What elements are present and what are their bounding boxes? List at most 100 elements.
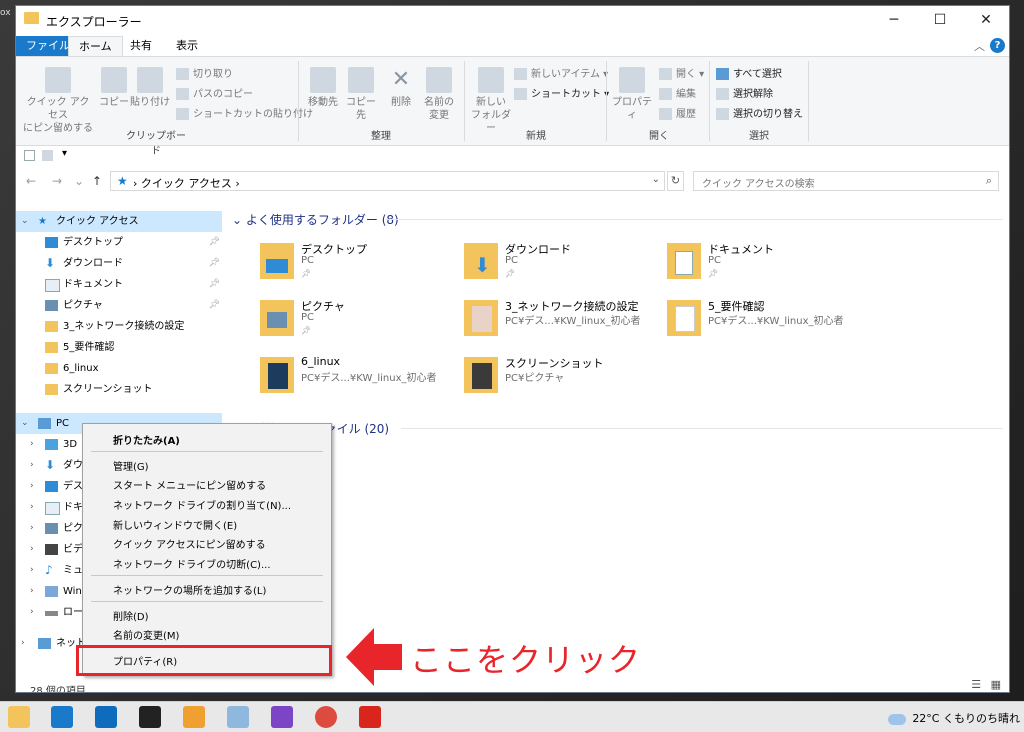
new-folder-button[interactable]: 新しい フォルダー <box>468 67 514 135</box>
back-arrow-icon[interactable]: ← <box>26 174 36 188</box>
menu-item-new-window[interactable]: 新しいウィンドウで開く(E) <box>113 517 237 532</box>
tab-view[interactable]: 表示 <box>166 36 208 56</box>
cut-button[interactable]: 切り取り <box>176 65 233 80</box>
forward-arrow-icon[interactable]: → <box>52 174 62 188</box>
chevron-right-icon[interactable]: › <box>30 560 34 581</box>
copy-path-button[interactable]: パスのコピー <box>176 85 253 100</box>
menu-item-add-location[interactable]: ネットワークの場所を追加する(L) <box>113 582 266 597</box>
move-to-button[interactable]: 移動先 <box>304 67 342 109</box>
nav-quick-access[interactable]: ⌄ ★ クイック アクセス <box>16 211 222 232</box>
menu-item-delete[interactable]: 削除(D) <box>113 608 149 623</box>
chevron-right-icon[interactable]: › <box>30 497 34 518</box>
new-folder-label-1: 新しい <box>476 97 506 108</box>
menu-item-map-drive[interactable]: ネットワーク ドライブの割り当て(N)... <box>113 497 291 512</box>
maximize-button[interactable]: ☐ <box>917 6 963 34</box>
media-player-taskbar-icon[interactable] <box>183 706 205 728</box>
chevron-right-icon[interactable]: › <box>30 602 34 623</box>
nav-item[interactable]: 3_ネットワーク接続の設定 <box>16 316 222 337</box>
chevron-right-icon[interactable]: › <box>30 476 34 497</box>
invert-selection-button[interactable]: 選択の切り替え <box>716 105 803 120</box>
history-button[interactable]: 履歴 <box>659 105 696 120</box>
qat-properties-icon[interactable] <box>24 150 35 161</box>
folder-tile[interactable]: ピクチャ PC 📌︎ <box>260 298 460 348</box>
tab-home[interactable]: ホーム <box>68 36 123 57</box>
paste-shortcut-button[interactable]: ショートカットの貼り付け <box>176 105 313 120</box>
nav-item[interactable]: ⬇ ダウンロード 📌︎ <box>16 253 222 274</box>
folder-tile[interactable]: 5_要件確認 PC¥デス...¥KW_linux_初心者 <box>667 298 867 348</box>
minimize-button[interactable]: ─ <box>871 6 917 34</box>
nav-item[interactable]: ドキュメント 📌︎ <box>16 274 222 295</box>
address-bar[interactable]: ★ › クイック アクセス › ⌄ <box>110 171 665 191</box>
store-taskbar-icon[interactable] <box>51 706 73 728</box>
copy-to-button[interactable]: コピー先 <box>342 67 380 122</box>
chrome-taskbar-icon[interactable] <box>315 706 337 728</box>
pin-icon[interactable]: 📌︎ <box>209 253 220 274</box>
chevron-down-icon[interactable]: ⌄ <box>21 413 29 434</box>
folder-tile[interactable]: ⬇ ダウンロード PC 📌︎ <box>464 241 664 291</box>
rename-button[interactable]: 名前の 変更 <box>420 67 458 122</box>
delete-button[interactable]: ✕ 削除 <box>384 67 418 109</box>
chevron-down-icon[interactable]: ⌄ <box>21 211 29 232</box>
refresh-icon[interactable]: ↻ <box>667 171 684 191</box>
nav-item[interactable]: デスクトップ 📌︎ <box>16 232 222 253</box>
help-icon[interactable]: ? <box>990 38 1005 53</box>
paste-button[interactable]: 貼り付け <box>130 67 170 109</box>
acrobat-taskbar-icon[interactable] <box>359 706 381 728</box>
chevron-right-icon[interactable]: › <box>30 539 34 560</box>
terminal-taskbar-icon[interactable] <box>139 706 161 728</box>
select-none-button[interactable]: 選択解除 <box>716 85 773 100</box>
chevron-right-icon[interactable]: › <box>30 455 34 476</box>
menu-item-collapse[interactable]: 折りたたみ(A) <box>113 432 180 447</box>
nav-pc-label: PC <box>56 418 70 429</box>
menu-item-disconnect[interactable]: ネットワーク ドライブの切断(C)... <box>113 556 271 571</box>
copy-button[interactable]: コピー <box>98 67 130 109</box>
menu-item-rename[interactable]: 名前の変更(M) <box>113 627 179 642</box>
chevron-right-icon[interactable]: › <box>30 434 34 455</box>
properties-ribbon-button[interactable]: プロパティ <box>610 67 654 122</box>
folder-icon <box>24 12 39 24</box>
recent-locations-icon[interactable]: ⌄ <box>74 174 84 188</box>
qat-dropdown-icon[interactable]: ▾ <box>62 148 67 159</box>
weather-widget[interactable]: 22°C くもりのち晴れ <box>888 710 1020 726</box>
folder-tile[interactable]: スクリーンショット PC¥ピクチャ <box>464 355 664 405</box>
pin-icon[interactable]: 📌︎ <box>209 274 220 295</box>
nav-item[interactable]: ピクチャ 📌︎ <box>16 295 222 316</box>
up-arrow-icon[interactable]: ↑ <box>92 174 102 188</box>
folder-icon <box>260 243 294 279</box>
menu-item-manage[interactable]: 管理(G) <box>113 458 149 473</box>
open-button[interactable]: 開く ▾ <box>659 65 704 80</box>
pin-quick-access-button[interactable]: クイック アクセス にピン留めする <box>22 67 94 135</box>
shortcut-button[interactable]: ショートカット ▾ <box>514 85 609 100</box>
chevron-down-icon[interactable]: ⌄ <box>652 174 660 185</box>
select-all-button[interactable]: すべて選択 <box>716 65 782 80</box>
large-icons-view-icon[interactable]: ▦ <box>991 678 1001 691</box>
details-view-icon[interactable]: ☰ <box>971 678 981 691</box>
nav-item[interactable]: 5_要件確認 <box>16 337 222 358</box>
qat-new-folder-icon[interactable] <box>42 150 53 161</box>
menu-item-pin-start[interactable]: スタート メニューにピン留めする <box>113 477 266 492</box>
folder-tile[interactable]: 3_ネットワーク接続の設定 PC¥デス...¥KW_linux_初心者 <box>464 298 664 348</box>
pin-icon[interactable]: 📌︎ <box>209 232 220 253</box>
menu-item-pin-quick[interactable]: クイック アクセスにピン留めする <box>113 536 266 551</box>
frequent-folders-header[interactable]: ⌄ よく使用するフォルダー (8) <box>232 211 399 228</box>
folder-tile[interactable]: ドキュメント PC 📌︎ <box>667 241 867 291</box>
chevron-right-icon[interactable]: › <box>21 633 25 654</box>
edit-button[interactable]: 編集 <box>659 85 696 100</box>
outlook-taskbar-icon[interactable] <box>95 706 117 728</box>
nav-item[interactable]: スクリーンショット <box>16 379 222 400</box>
chevron-right-icon[interactable]: › <box>30 518 34 539</box>
collapse-ribbon-icon[interactable]: ︿ <box>974 38 985 54</box>
close-button[interactable]: ✕ <box>963 6 1009 34</box>
ribbon: クイック アクセス にピン留めする コピー 貼り付け 切り取り パスのコピー シ… <box>16 56 1009 157</box>
folder-tile[interactable]: デスクトップ PC 📌︎ <box>260 241 460 291</box>
search-input[interactable]: クイック アクセスの検索 ⌕ <box>693 171 999 191</box>
app-taskbar-icon[interactable] <box>227 706 249 728</box>
folder-tile[interactable]: 6_linux PC¥デス...¥KW_linux_初心者 <box>260 355 460 405</box>
new-item-button[interactable]: 新しいアイテム ▾ <box>514 65 608 80</box>
chevron-right-icon[interactable]: › <box>30 581 34 602</box>
tab-share[interactable]: 共有 <box>120 36 162 56</box>
explorer-taskbar-icon[interactable] <box>8 706 30 728</box>
nav-item[interactable]: 6_linux <box>16 358 222 379</box>
pin-icon[interactable]: 📌︎ <box>209 295 220 316</box>
visual-studio-taskbar-icon[interactable] <box>271 706 293 728</box>
